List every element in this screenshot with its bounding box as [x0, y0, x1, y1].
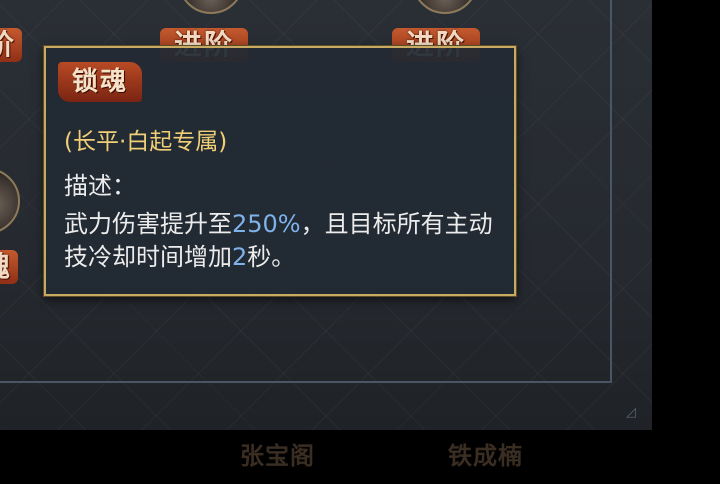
advance-banner-partial: 阶	[0, 28, 23, 62]
description-label: 描述：	[64, 172, 136, 200]
description-text-3: 秒。	[247, 243, 296, 271]
damage-value: 250%	[232, 210, 301, 238]
bottom-hero-name-1: 张宝阁	[240, 442, 315, 470]
corner-ornament-icon: ◿	[626, 405, 636, 420]
skill-description: 武力伤害提升至250%，且目标所有主动技冷却时间增加2秒。	[64, 208, 504, 274]
skill-title: 锁魂	[58, 62, 143, 102]
skill-banner-partial: 魂	[0, 250, 19, 284]
skill-tooltip: 锁魂 (长平·白起专属) 描述： 武力伤害提升至250%，且目标所有主动技冷却时…	[44, 46, 516, 296]
cooldown-value: 2	[232, 243, 248, 271]
skill-exclusive-note: (长平·白起专属)	[64, 129, 228, 155]
bottom-hero-name-2: 铁成楠	[448, 442, 523, 470]
description-text-1: 武力伤害提升至	[64, 210, 232, 238]
